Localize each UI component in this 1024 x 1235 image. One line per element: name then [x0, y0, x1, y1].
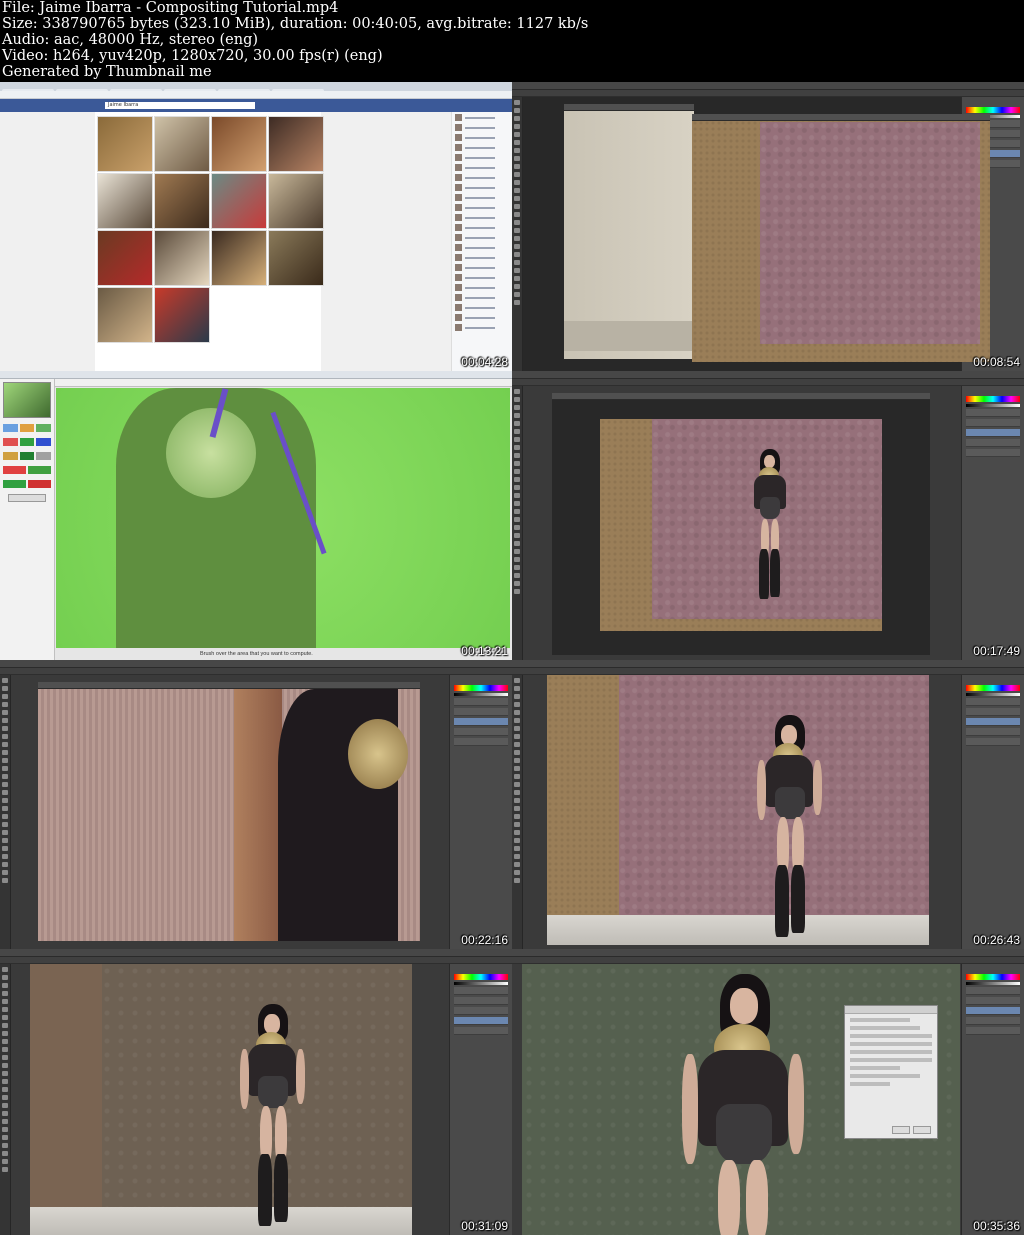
options-bar[interactable]	[512, 90, 1024, 97]
options-bar[interactable]	[512, 957, 1024, 964]
status-hint: Brush over the area that you want to com…	[200, 651, 313, 657]
tools-panel[interactable]	[0, 675, 11, 949]
timestamp: 00:35:36	[973, 1219, 1020, 1233]
menu-bar[interactable]	[512, 949, 1024, 957]
facebook-top-bar: Jaime Ibarra	[0, 99, 512, 112]
file-name: File: Jaime Ibarra - Compositing Tutoria…	[2, 0, 339, 16]
photo-thumb[interactable]	[211, 173, 267, 229]
document-window-front[interactable]	[692, 114, 990, 362]
navigator-preview[interactable]	[3, 382, 51, 418]
photo-thumb[interactable]	[97, 173, 153, 229]
menu-bar[interactable]	[512, 660, 1024, 668]
tools-panel[interactable]	[0, 964, 11, 1235]
timestamp: 00:26:43	[973, 933, 1020, 947]
generator-info: Generated by Thumbnail me	[2, 64, 212, 80]
document-window-back[interactable]	[564, 104, 694, 359]
photo-thumb[interactable]	[268, 173, 324, 229]
address-bar[interactable]	[0, 91, 512, 99]
layers-panel[interactable]	[961, 386, 1024, 660]
green-screen-canvas[interactable]	[56, 388, 510, 648]
title-bar	[0, 371, 512, 379]
compute-patch-button[interactable]	[8, 494, 46, 502]
menu-bar[interactable]	[0, 949, 512, 957]
tools-panel[interactable]	[512, 675, 523, 949]
composite-canvas[interactable]	[547, 675, 929, 945]
ok-button[interactable]	[913, 1126, 931, 1134]
toolbar[interactable]	[55, 379, 512, 387]
fluid-mask-side-panel[interactable]	[0, 379, 55, 660]
file-size: Size: 338790765 bytes (323.10 MiB), dura…	[2, 16, 589, 32]
layers-panel[interactable]	[449, 964, 512, 1235]
options-bar[interactable]	[0, 668, 512, 675]
photo-thumb[interactable]	[268, 230, 324, 286]
photo-thumb[interactable]	[97, 230, 153, 286]
thumbnail-4: 00:17:49	[512, 371, 1024, 660]
menu-bar[interactable]	[512, 371, 1024, 379]
timestamp: 00:04:28	[461, 355, 508, 369]
photo-thumb[interactable]	[154, 116, 210, 172]
thumbnail-7: 00:31:09	[0, 949, 512, 1235]
tools-panel[interactable]	[512, 97, 523, 371]
thumbnail-3: Brush over the area that you want to com…	[0, 371, 512, 660]
layers-panel[interactable]	[961, 964, 1024, 1235]
layers-panel[interactable]	[961, 675, 1024, 949]
photo-thumb[interactable]	[154, 287, 210, 343]
browser-tabs[interactable]	[0, 82, 512, 97]
photo-thumb[interactable]	[211, 230, 267, 286]
photo-thumb[interactable]	[154, 173, 210, 229]
menu-bar[interactable]	[512, 82, 1024, 90]
menu-bar[interactable]	[0, 660, 512, 668]
zoomed-canvas[interactable]	[38, 689, 420, 941]
photo-album	[95, 112, 324, 371]
options-bar[interactable]	[512, 668, 1024, 675]
timestamp: 00:31:09	[461, 1219, 508, 1233]
photo-thumb[interactable]	[97, 116, 153, 172]
photo-thumb[interactable]	[211, 116, 267, 172]
timestamp: 00:08:54	[973, 355, 1020, 369]
cancel-button[interactable]	[892, 1126, 910, 1134]
thumbnail-1: Jaime Ibarra 00:04:28	[0, 82, 512, 371]
options-bar[interactable]	[0, 957, 512, 964]
timestamp: 00:17:49	[973, 644, 1020, 658]
photo-thumb[interactable]	[97, 287, 153, 343]
tools-panel[interactable]	[512, 386, 523, 660]
layers-panel[interactable]	[449, 675, 512, 949]
profile-name[interactable]: Jaime Ibarra	[108, 102, 138, 108]
thumbnail-6: 00:26:43	[512, 660, 1024, 949]
timestamp: 00:13:21	[461, 644, 508, 658]
video-info: Video: h264, yuv420p, 1280x720, 30.00 fp…	[2, 48, 383, 64]
thumbnail-8: 00:35:36	[512, 949, 1024, 1235]
photo-thumb[interactable]	[154, 230, 210, 286]
timestamp: 00:22:16	[461, 933, 508, 947]
photo-thumb[interactable]	[268, 116, 324, 172]
composite-canvas[interactable]	[30, 964, 412, 1235]
chat-sidebar	[451, 112, 512, 371]
composite-canvas[interactable]	[600, 419, 882, 631]
audio-info: Audio: aac, 48000 Hz, stereo (eng)	[2, 32, 259, 48]
thumbnail-2: 00:08:54	[512, 82, 1024, 371]
options-bar[interactable]	[512, 379, 1024, 386]
refine-mask-dialog[interactable]	[844, 1005, 938, 1139]
thumbnail-5: 00:22:16	[0, 660, 512, 949]
file-info-header: File: Jaime Ibarra - Compositing Tutoria…	[0, 0, 1024, 82]
